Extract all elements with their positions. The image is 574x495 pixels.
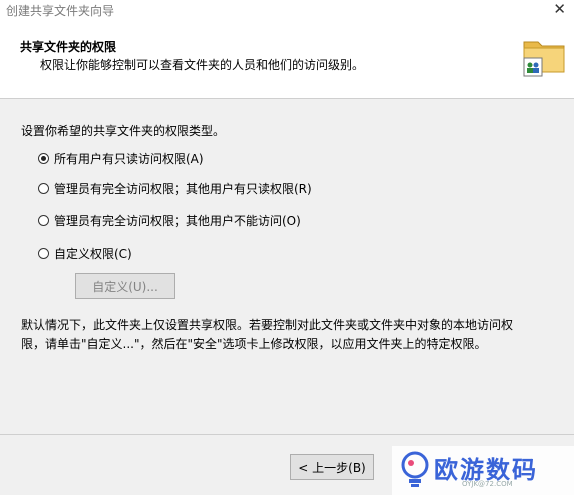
shared-folder-icon	[523, 41, 565, 77]
header-title: 共享文件夹的权限	[20, 40, 117, 54]
radio-readonly-all[interactable]: 所有用户有只读访问权限(A)	[38, 150, 204, 167]
radio-circle[interactable]	[38, 215, 49, 226]
info-note: 默认情况下，此文件夹上仅设置共享权限。若要控制对此文件夹或文件夹中对象的本地访问…	[21, 316, 556, 354]
radio-label: 所有用户有只读访问权限(A)	[54, 152, 204, 166]
window-title: 创建共享文件夹向导	[6, 4, 115, 18]
watermark: 欧游数码 OYJK@72.COM	[392, 446, 574, 495]
radio-circle[interactable]	[38, 248, 49, 259]
radio-label: 管理员有完全访问权限；其他用户不能访问(O)	[54, 214, 301, 228]
bulb-logo	[401, 451, 429, 487]
header-subtitle: 权限让你能够控制可以查看文件夹的人员和他们的访问级别。	[40, 58, 365, 72]
radio-circle[interactable]	[38, 183, 49, 194]
custom-button[interactable]: 自定义(U)...	[75, 273, 175, 299]
wizard-header: 共享文件夹的权限 权限让你能够控制可以查看文件夹的人员和他们的访问级别。	[0, 22, 574, 99]
note-line: 限，请单击"自定义..."，然后在"安全"选项卡上修改权限，以应用文件夹上的特定…	[21, 337, 487, 351]
close-icon[interactable]: ✕	[553, 0, 566, 18]
radio-custom[interactable]: 自定义权限(C)	[38, 245, 132, 262]
radio-label: 管理员有完全访问权限；其他用户有只读权限(R)	[54, 182, 312, 196]
watermark-url: OYJK@72.COM	[462, 480, 513, 488]
wizard-body: 设置你希望的共享文件夹的权限类型。 所有用户有只读访问权限(A) 管理员有完全访…	[0, 99, 574, 434]
footer-divider	[0, 434, 574, 435]
radio-circle[interactable]	[38, 153, 49, 164]
radio-admin-full-others-none[interactable]: 管理员有完全访问权限；其他用户不能访问(O)	[38, 212, 301, 229]
radio-admin-full-others-read[interactable]: 管理员有完全访问权限；其他用户有只读权限(R)	[38, 180, 312, 197]
permission-prompt: 设置你希望的共享文件夹的权限类型。	[21, 124, 226, 138]
radio-label: 自定义权限(C)	[54, 247, 132, 261]
back-button[interactable]: < 上一步(B)	[290, 454, 374, 480]
note-line: 默认情况下，此文件夹上仅设置共享权限。若要控制对此文件夹或文件夹中对象的本地访问…	[21, 318, 514, 332]
title-bar: 创建共享文件夹向导 ✕	[0, 0, 574, 22]
